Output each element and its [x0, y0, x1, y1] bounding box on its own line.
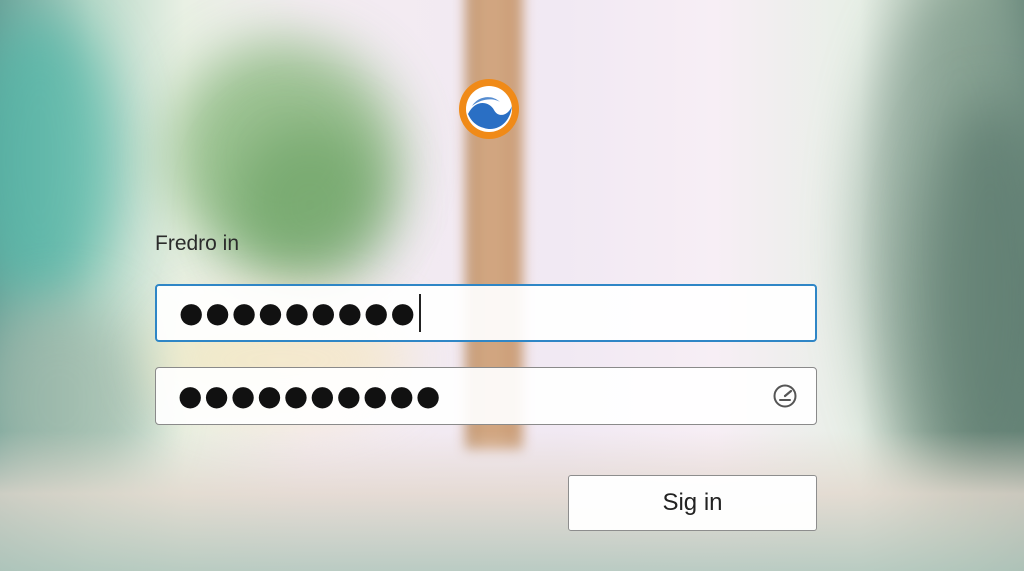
username-field[interactable]: ●●●●●●●●● — [155, 284, 817, 342]
page-title: Fredro in — [155, 232, 240, 255]
sign-in-button[interactable]: Sig in — [568, 475, 817, 531]
password-field[interactable]: ●●●●●●●●●● — [155, 367, 817, 425]
password-reveal-icon[interactable] — [772, 383, 798, 409]
password-masked-value: ●●●●●●●●●● — [178, 379, 443, 412]
username-masked-value: ●●●●●●●●● — [179, 296, 417, 329]
text-caret — [418, 294, 421, 332]
app-logo-icon — [459, 79, 519, 139]
